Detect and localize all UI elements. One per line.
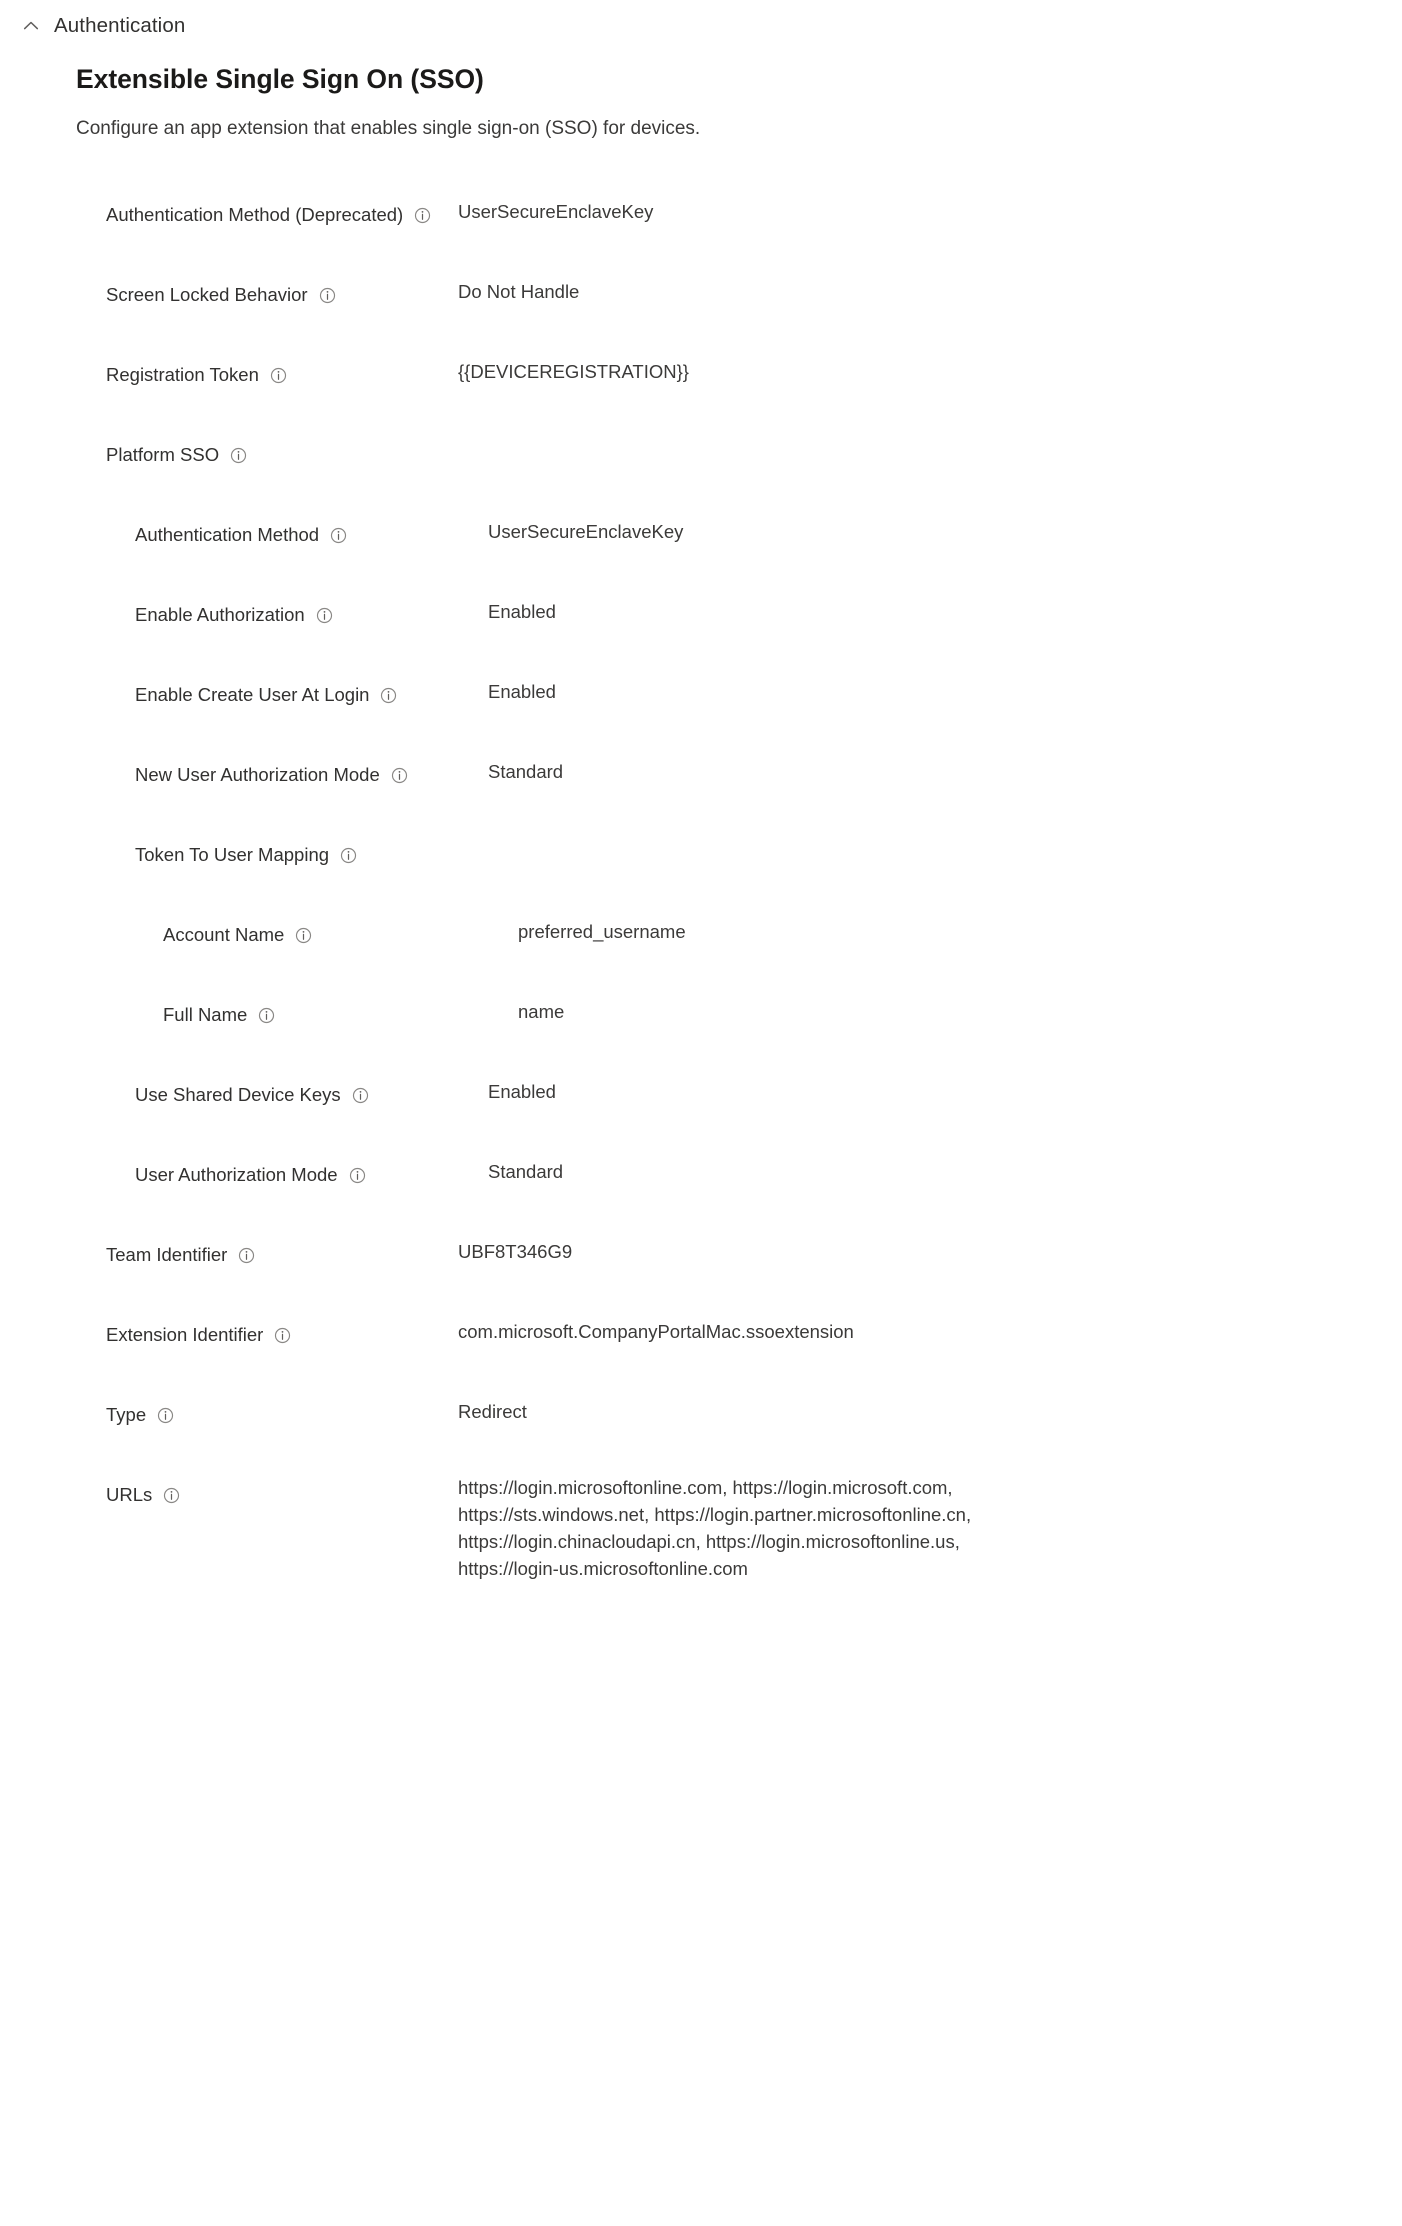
info-icon[interactable] — [340, 847, 357, 864]
setting-label-cell: Type — [106, 1377, 458, 1426]
setting-label: Token To User Mapping — [135, 844, 330, 866]
setting-row: Team Identifier UBF8T346G9 — [76, 1217, 1402, 1297]
chevron-up-icon[interactable] — [22, 17, 40, 35]
setting-row: Enable Authorization Enabled — [76, 577, 1402, 657]
info-icon[interactable] — [349, 1167, 366, 1184]
setting-label: Full Name — [163, 1004, 248, 1026]
setting-row: Token To User Mapping — [76, 817, 1402, 897]
setting-label-cell: Team Identifier — [106, 1217, 458, 1266]
info-icon[interactable] — [319, 287, 336, 304]
sso-body: Extensible Single Sign On (SSO) Configur… — [0, 40, 1402, 1583]
setting-row: Authentication Method UserSecureEnclaveKe… — [76, 497, 1402, 577]
setting-label-cell: New User Authorization Mode — [135, 737, 488, 786]
setting-value: Enabled — [488, 601, 556, 623]
settings-list: Authentication Method (Deprecated) UserSe… — [76, 141, 1402, 1582]
setting-value: UserSecureEnclaveKey — [458, 201, 654, 223]
setting-label: Authentication Method (Deprecated) — [106, 204, 404, 226]
setting-value: UserSecureEnclaveKey — [488, 521, 684, 543]
setting-row: Enable Create User At Login Enabled — [76, 657, 1402, 737]
setting-row: Platform SSO — [76, 417, 1402, 497]
info-icon[interactable] — [414, 207, 431, 224]
setting-label-cell: Screen Locked Behavior — [106, 257, 458, 306]
setting-label-cell: Enable Create User At Login — [135, 657, 488, 706]
setting-label-cell: Use Shared Device Keys — [135, 1057, 488, 1106]
setting-value: Enabled — [488, 681, 556, 703]
setting-label: Type — [106, 1404, 147, 1426]
setting-value: Do Not Handle — [458, 281, 580, 303]
setting-value: com.microsoft.CompanyPortalMac.ssoextens… — [458, 1321, 854, 1343]
info-icon[interactable] — [352, 1087, 369, 1104]
setting-value: name — [518, 1001, 565, 1023]
setting-label: Enable Authorization — [135, 604, 305, 626]
info-icon[interactable] — [157, 1407, 174, 1424]
setting-value: preferred_username — [518, 921, 686, 943]
info-icon[interactable] — [238, 1247, 255, 1264]
setting-label-cell: URLs — [106, 1457, 458, 1506]
setting-row: Use Shared Device Keys Enabled — [76, 1057, 1402, 1137]
setting-value: Enabled — [488, 1081, 556, 1103]
setting-value: Redirect — [458, 1401, 527, 1423]
setting-row: Type Redirect — [76, 1377, 1402, 1457]
info-icon[interactable] — [163, 1487, 180, 1504]
info-icon[interactable] — [258, 1007, 275, 1024]
setting-row: Authentication Method (Deprecated) UserSe… — [76, 177, 1402, 257]
setting-row: New User Authorization Mode Standard — [76, 737, 1402, 817]
setting-label: Use Shared Device Keys — [135, 1084, 341, 1106]
setting-label: Extension Identifier — [106, 1324, 264, 1346]
page-title: Extensible Single Sign On (SSO) — [76, 64, 484, 94]
setting-value: {{DEVICEREGISTRATION}} — [458, 361, 689, 383]
setting-row: Registration Token {{DEVICEREGISTRATION}} — [76, 337, 1402, 417]
setting-label: Screen Locked Behavior — [106, 284, 308, 306]
setting-row: Account Name preferred_username — [76, 897, 1402, 977]
setting-value: UBF8T346G9 — [458, 1241, 573, 1263]
setting-row: URLs https://login.microsoftonline.com, h… — [76, 1457, 1402, 1582]
setting-row: Extension Identifier com.microsoft.Compan… — [76, 1297, 1402, 1377]
info-icon[interactable] — [391, 767, 408, 784]
setting-label: Platform SSO — [106, 444, 220, 466]
setting-label-cell: Account Name — [163, 897, 518, 946]
setting-label: Team Identifier — [106, 1244, 228, 1266]
setting-label: User Authorization Mode — [135, 1164, 338, 1186]
info-icon[interactable] — [380, 687, 397, 704]
section-title: Authentication — [54, 13, 186, 37]
info-icon[interactable] — [330, 527, 347, 544]
setting-label-cell: Token To User Mapping — [135, 817, 488, 866]
setting-label: Registration Token — [106, 364, 259, 386]
setting-label-cell: Authentication Method (Deprecated) — [106, 177, 458, 226]
info-icon[interactable] — [295, 927, 312, 944]
setting-value: Standard — [488, 761, 564, 783]
setting-value: https://login.microsoftonline.com, https… — [458, 1477, 972, 1579]
page-subtitle: Configure an app extension that enables … — [76, 117, 701, 139]
info-icon[interactable] — [316, 607, 333, 624]
setting-label: URLs — [106, 1484, 153, 1506]
setting-label-cell: Full Name — [163, 977, 518, 1026]
info-icon[interactable] — [270, 367, 287, 384]
setting-label-cell: Enable Authorization — [135, 577, 488, 626]
sso-settings-page: Authentication Extensible Single Sign On… — [0, 0, 1402, 2226]
info-icon[interactable] — [230, 447, 247, 464]
setting-row: User Authorization Mode Standard — [76, 1137, 1402, 1217]
setting-row: Full Name name — [76, 977, 1402, 1057]
setting-label-cell: Platform SSO — [106, 417, 458, 466]
setting-value: Standard — [488, 1161, 564, 1183]
setting-label: New User Authorization Mode — [135, 764, 380, 786]
setting-row: Screen Locked Behavior Do Not Handle — [76, 257, 1402, 337]
setting-label-cell: Authentication Method — [135, 497, 488, 546]
setting-label: Authentication Method — [135, 524, 320, 546]
setting-label-cell: User Authorization Mode — [135, 1137, 488, 1186]
setting-label-cell: Registration Token — [106, 337, 458, 386]
info-icon[interactable] — [274, 1327, 291, 1344]
authentication-section-header[interactable]: Authentication — [0, 0, 1402, 40]
setting-label: Account Name — [163, 924, 285, 946]
setting-label: Enable Create User At Login — [135, 684, 370, 706]
setting-label-cell: Extension Identifier — [106, 1297, 458, 1346]
